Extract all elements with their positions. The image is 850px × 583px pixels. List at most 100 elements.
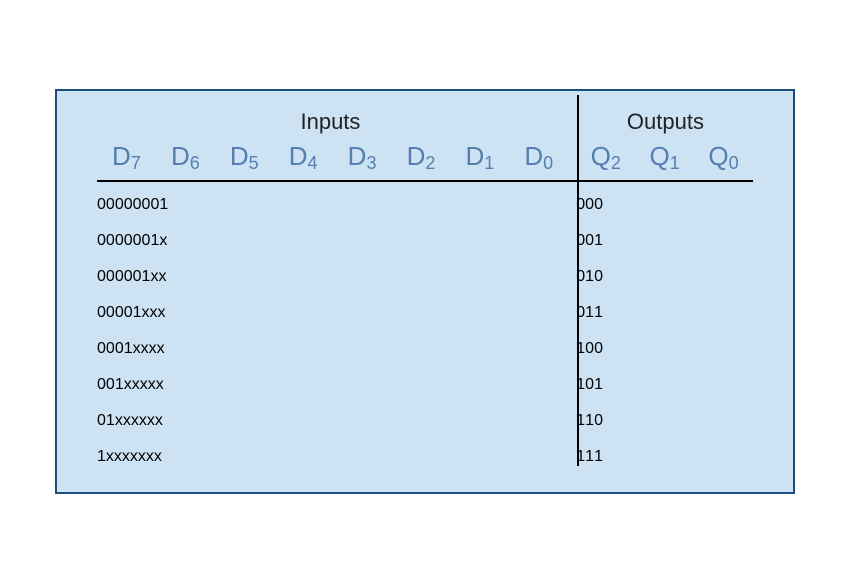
column-header-row: D7 D6 D5 D4 D3 D2 D1 D0 Q2 Q1 Q0: [97, 141, 753, 180]
cell: 1: [585, 268, 594, 286]
row-outputs: 001: [568, 232, 753, 250]
cell: x: [139, 412, 147, 430]
cell: 0: [97, 412, 106, 430]
cell: x: [140, 376, 148, 394]
cell: 0: [585, 232, 594, 250]
row-inputs: 0000001x: [97, 232, 568, 250]
cell: 0: [97, 304, 106, 322]
cell: x: [138, 448, 146, 466]
cell: 0: [97, 232, 106, 250]
table-row: 1xxxxxxx111: [97, 448, 753, 466]
cell: 0: [106, 268, 115, 286]
cell: 0: [115, 268, 124, 286]
cell: 0: [106, 232, 115, 250]
cell: 0: [115, 340, 124, 358]
cell: 1: [150, 232, 159, 250]
cell: x: [154, 448, 162, 466]
table-row: 0001xxxx100: [97, 340, 753, 358]
cell: 1: [594, 304, 603, 322]
cell: 1: [142, 268, 151, 286]
input-headers: D7 D6 D5 D4 D3 D2 D1 D0: [97, 141, 568, 180]
cell: x: [158, 268, 166, 286]
cell: x: [133, 340, 141, 358]
cell: 1: [97, 448, 106, 466]
cell: x: [150, 268, 158, 286]
cell: 1: [594, 448, 603, 466]
group-header-inputs: Inputs: [97, 109, 564, 135]
cell: x: [146, 448, 154, 466]
vertical-separator: [577, 95, 579, 466]
table-row: 0000001x001: [97, 232, 753, 250]
cell: x: [157, 340, 165, 358]
cell: 0: [594, 196, 603, 214]
cell: 0: [585, 196, 594, 214]
cell: x: [122, 448, 130, 466]
cell: x: [106, 448, 114, 466]
cell: 0: [124, 304, 133, 322]
cell: 0: [106, 340, 115, 358]
table-body-wrap: D7 D6 D5 D4 D3 D2 D1 D0 Q2 Q1 Q0 0000000…: [97, 141, 753, 466]
cell: 1: [585, 304, 594, 322]
cell: 1: [585, 448, 594, 466]
cell: 0: [142, 196, 151, 214]
cell: x: [124, 376, 132, 394]
cell: x: [156, 376, 164, 394]
cell: 0: [115, 196, 124, 214]
group-header-row: Inputs Outputs: [97, 109, 753, 135]
row-outputs: 111: [568, 448, 753, 466]
cell: 0: [142, 232, 151, 250]
cell: 1: [133, 304, 142, 322]
cell: x: [130, 448, 138, 466]
cell: 0: [124, 268, 133, 286]
cell: x: [114, 448, 122, 466]
table-row: 01xxxxxx110: [97, 412, 753, 430]
cell: 0: [594, 340, 603, 358]
cell: 0: [124, 232, 133, 250]
cell: 0: [106, 376, 115, 394]
cell: 0: [124, 196, 133, 214]
cell: 0: [97, 376, 106, 394]
data-rows: 000000010000000001x001000001xx01000001xx…: [97, 196, 753, 466]
col-header-q1: Q1: [635, 141, 694, 172]
cell: x: [141, 340, 149, 358]
row-outputs: 011: [568, 304, 753, 322]
col-header-d2: D2: [392, 141, 451, 172]
col-header-d5: D5: [215, 141, 274, 172]
cell: 0: [97, 268, 106, 286]
cell: 0: [97, 196, 106, 214]
cell: 0: [133, 232, 142, 250]
row-outputs: 101: [568, 376, 753, 394]
row-inputs: 0001xxxx: [97, 340, 568, 358]
cell: 1: [115, 376, 124, 394]
cell: x: [149, 340, 157, 358]
cell: 0: [133, 268, 142, 286]
col-header-d4: D4: [274, 141, 333, 172]
cell: 0: [115, 304, 124, 322]
cell: x: [115, 412, 123, 430]
col-header-d1: D1: [450, 141, 509, 172]
row-outputs: 000: [568, 196, 753, 214]
row-inputs: 01xxxxxx: [97, 412, 568, 430]
cell: x: [142, 304, 150, 322]
cell: 0: [106, 304, 115, 322]
col-header-d6: D6: [156, 141, 215, 172]
row-inputs: 000001xx: [97, 268, 568, 286]
cell: 0: [150, 196, 159, 214]
col-header-q2: Q2: [576, 141, 635, 172]
table-row: 000001xx010: [97, 268, 753, 286]
cell: 0: [594, 268, 603, 286]
table-row: 00001xxx011: [97, 304, 753, 322]
row-inputs: 001xxxxx: [97, 376, 568, 394]
output-headers: Q2 Q1 Q0: [568, 141, 753, 180]
cell: 0: [585, 340, 594, 358]
row-inputs: 00001xxx: [97, 304, 568, 322]
row-inputs: 00000001: [97, 196, 568, 214]
cell: 1: [594, 376, 603, 394]
table-row: 00000001000: [97, 196, 753, 214]
row-outputs: 100: [568, 340, 753, 358]
row-inputs: 1xxxxxxx: [97, 448, 568, 466]
cell: 1: [159, 196, 168, 214]
col-header-q0: Q0: [694, 141, 753, 172]
group-header-outputs: Outputs: [564, 109, 753, 135]
cell: x: [159, 232, 167, 250]
